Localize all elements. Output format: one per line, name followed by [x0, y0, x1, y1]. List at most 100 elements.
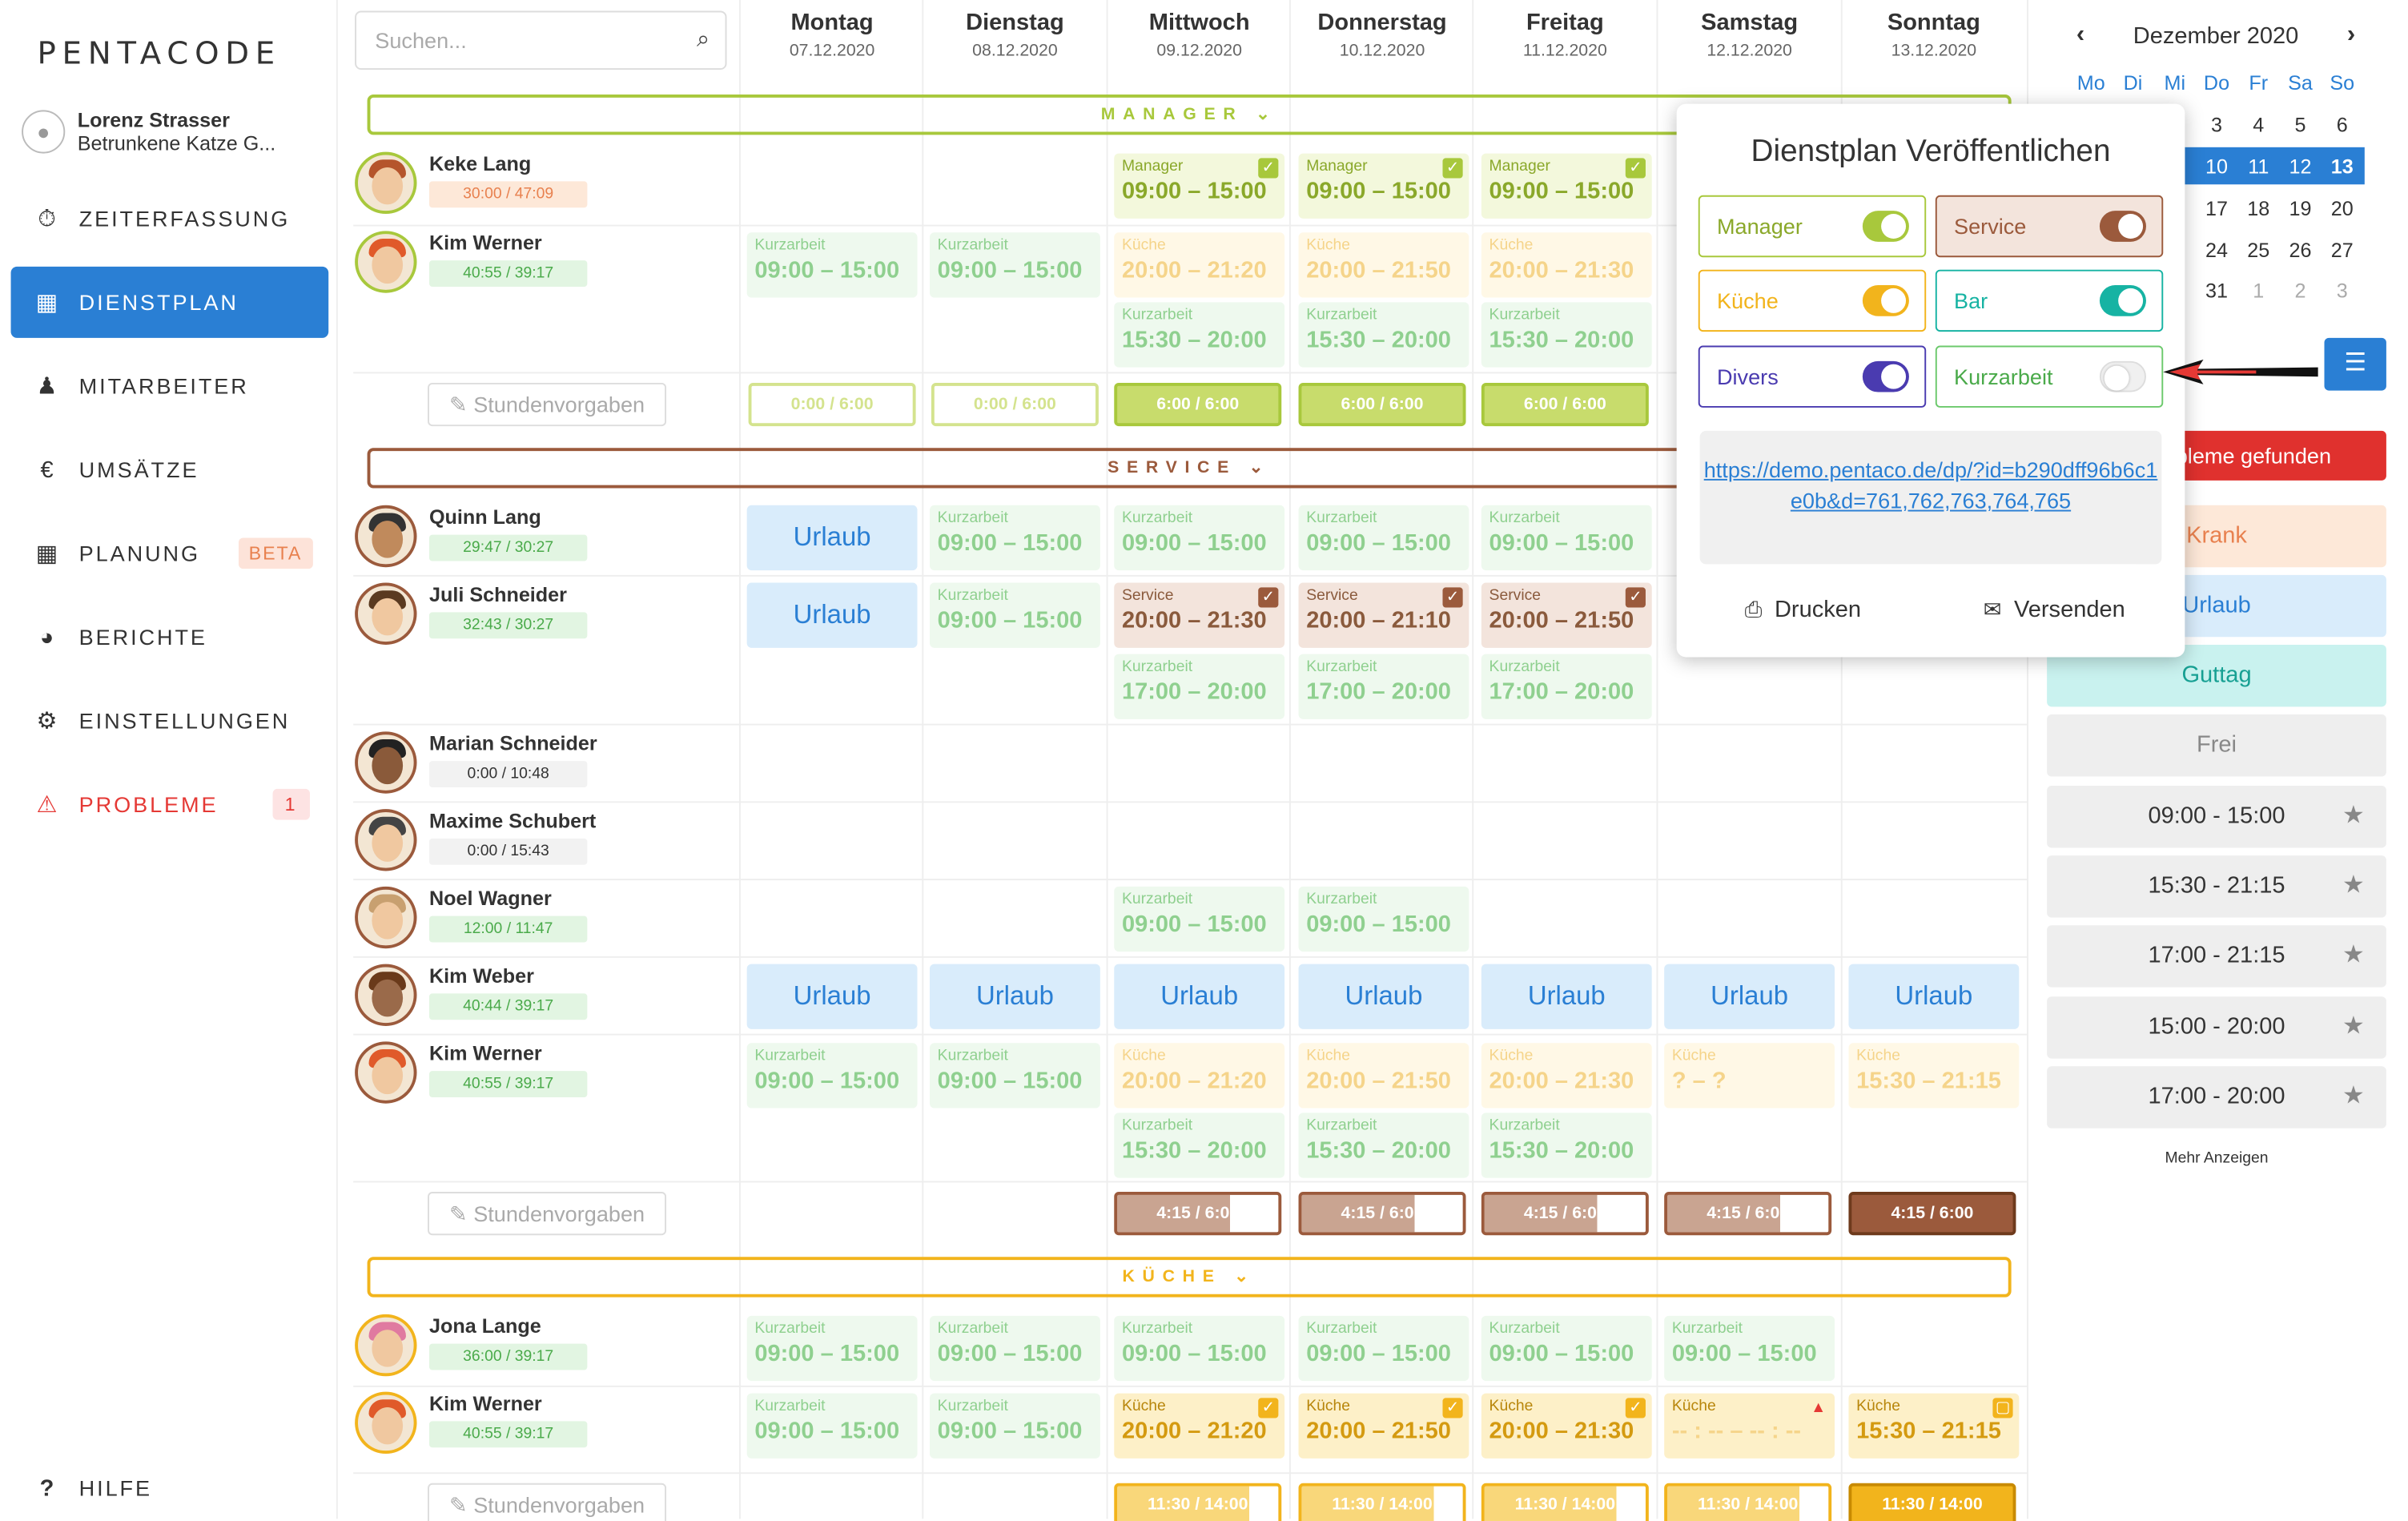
employee-row-marian-schneider[interactable]: Marian Schneider 0:00 / 10:48: [355, 731, 597, 794]
shift-cell[interactable]: Kurzarbeit 15:30 – 20:00: [1481, 1113, 1652, 1178]
shift-cell[interactable]: Kurzarbeit 09:00 – 15:00: [1114, 505, 1285, 571]
shift-preset[interactable]: 15:00 - 20:00 ★: [2047, 996, 2386, 1059]
shift-cell[interactable]: Kurzarbeit 09:00 – 15:00: [930, 582, 1100, 648]
toggle-divers[interactable]: Divers: [1698, 345, 1927, 408]
employee-row-maxime-schubert[interactable]: Maxime Schubert 0:00 / 15:43: [355, 809, 596, 871]
nav-berichte[interactable]: ◕ BERICHTE: [11, 602, 329, 673]
shift-cell[interactable]: Küche 20:00 – 21:30: [1481, 1043, 1652, 1109]
toggle-kueche[interactable]: Küche: [1698, 269, 1927, 332]
urlaub-cell[interactable]: Urlaub: [930, 964, 1100, 1029]
shift-cell[interactable]: Kurzarbeit 09:00 – 15:00: [930, 232, 1100, 298]
shift-cell[interactable]: Manager 09:00 – 15:00 ✓: [1114, 153, 1285, 219]
shift-cell[interactable]: Kurzarbeit 17:00 – 20:00: [1481, 654, 1652, 719]
section-kueche[interactable]: KÜCHE ⌄: [367, 1257, 2012, 1298]
urlaub-cell[interactable]: Urlaub: [746, 505, 918, 571]
urlaub-cell[interactable]: Urlaub: [1664, 964, 1835, 1029]
shift-cell[interactable]: Kurzarbeit 09:00 – 15:00: [930, 505, 1100, 571]
shift-cell[interactable]: Küche 20:00 – 21:50: [1298, 232, 1469, 298]
employee-row-jona-lange[interactable]: Jona Lange 36:00 / 39:17: [355, 1314, 588, 1377]
shift-cell[interactable]: Kurzarbeit 15:30 – 20:00: [1298, 302, 1469, 368]
shift-cell[interactable]: Kurzarbeit 15:30 – 20:00: [1481, 302, 1652, 368]
shift-cell[interactable]: Service 20:00 – 21:10 ✓: [1298, 582, 1469, 648]
shift-preset[interactable]: 17:00 - 21:15 ★: [2047, 925, 2386, 988]
shift-cell[interactable]: Service 20:00 – 21:30 ✓: [1114, 582, 1285, 648]
toggle-manager[interactable]: Manager: [1698, 195, 1927, 258]
shift-cell[interactable]: Kurzarbeit 09:00 – 15:00: [1114, 886, 1285, 952]
shift-cell[interactable]: Manager 09:00 – 15:00 ✓: [1481, 153, 1652, 219]
star-icon[interactable]: ★: [2342, 1066, 2365, 1128]
shift-cell[interactable]: Kurzarbeit 09:00 – 15:00: [1298, 886, 1469, 952]
chevron-left-icon[interactable]: ‹: [2076, 22, 2084, 50]
employee-row-quinn-lang[interactable]: Quinn Lang 29:47 / 30:27: [355, 505, 588, 568]
chevron-right-icon[interactable]: ›: [2347, 22, 2355, 50]
shift-cell[interactable]: Kurzarbeit 09:00 – 15:00: [1664, 1315, 1835, 1382]
shift-cell[interactable]: Küche 20:00 – 21:50 ✓: [1298, 1393, 1469, 1459]
shift-cell[interactable]: Kurzarbeit 09:00 – 15:00: [930, 1393, 1100, 1459]
nav-einstellungen[interactable]: ⚙ EINSTELLUNGEN: [11, 685, 329, 756]
shift-cell[interactable]: Kurzarbeit 17:00 – 20:00: [1114, 654, 1285, 719]
shift-cell[interactable]: Kurzarbeit 09:00 – 15:00: [746, 1315, 918, 1382]
nav-umsaetze[interactable]: € UMSÄTZE: [11, 434, 329, 505]
star-icon[interactable]: ★: [2342, 996, 2365, 1058]
shift-cell[interactable]: Küche -- : -- – -- : -- ▲: [1664, 1393, 1835, 1459]
shift-cell[interactable]: Küche 20:00 – 21:30 ✓: [1481, 1393, 1652, 1459]
shift-cell[interactable]: Kurzarbeit 09:00 – 15:00: [1298, 1315, 1469, 1382]
shift-cell[interactable]: Küche? – ?: [1664, 1043, 1835, 1109]
shift-cell[interactable]: Küche 20:00 – 21:20 ✓: [1114, 1393, 1285, 1459]
user-profile[interactable]: ● Lorenz Strasser Betrunkene Katze G...: [22, 108, 275, 155]
employee-row-kim-werner[interactable]: Kim Werner 40:55 / 39:17: [355, 231, 588, 293]
employee-row-kim-weber[interactable]: Kim Weber 40:44 / 39:17: [355, 964, 588, 1026]
shift-cell[interactable]: Kurzarbeit 09:00 – 15:00: [746, 1393, 918, 1459]
more-link[interactable]: Mehr Anzeigen: [2047, 1150, 2386, 1167]
search-icon[interactable]: ⌕: [697, 26, 710, 53]
urlaub-cell[interactable]: Urlaub: [1298, 964, 1469, 1029]
shift-cell[interactable]: Kurzarbeit 09:00 – 15:00: [1114, 1315, 1285, 1382]
search-input[interactable]: Suchen... ⌕: [355, 10, 727, 70]
shift-cell[interactable]: Küche 20:00 – 21:50: [1298, 1043, 1469, 1109]
toggle-bar[interactable]: Bar: [1935, 269, 2164, 332]
shift-cell[interactable]: Kurzarbeit 09:00 – 15:00: [746, 1043, 918, 1109]
toggle-kurzarbeit[interactable]: Kurzarbeit: [1935, 345, 2164, 408]
shift-cell[interactable]: Küche 20:00 – 21:30: [1481, 232, 1652, 298]
print-button[interactable]: ⎙ Drucken: [1745, 597, 1861, 623]
star-icon[interactable]: ★: [2342, 855, 2365, 917]
shift-preset[interactable]: 15:30 - 21:15 ★: [2047, 855, 2386, 918]
publish-button[interactable]: ☰: [2324, 337, 2386, 391]
employee-row-keke-lang[interactable]: Keke Lang 30:00 / 47:09: [355, 151, 588, 215]
nav-zeiterfassung[interactable]: ⏱ ZEITERFASSUNG: [11, 183, 329, 254]
shift-cell[interactable]: Kurzarbeit 09:00 – 15:00: [930, 1315, 1100, 1382]
nav-hilfe[interactable]: ? HILFE: [11, 1452, 329, 1521]
toggle-service[interactable]: Service: [1935, 195, 2164, 258]
star-icon[interactable]: ★: [2342, 925, 2365, 987]
shift-cell[interactable]: Kurzarbeit 09:00 – 15:00: [1298, 505, 1469, 571]
shift-cell[interactable]: Küche 15:30 – 21:15 ▢: [1848, 1393, 2020, 1459]
employee-row-juli-schneider[interactable]: Juli Schneider 32:43 / 30:27: [355, 582, 588, 645]
shift-cell[interactable]: Küche 15:30 – 21:15: [1848, 1043, 2020, 1109]
shift-cell[interactable]: Kurzarbeit 09:00 – 15:00: [930, 1043, 1100, 1109]
shift-cell[interactable]: Manager 09:00 – 15:00 ✓: [1298, 153, 1469, 219]
share-link[interactable]: https://demo.pentaco.de/dp/?id=b290dff96…: [1699, 430, 2162, 565]
shift-cell[interactable]: Küche 20:00 – 21:20: [1114, 1043, 1285, 1109]
stundenvorgaben-button[interactable]: ✎ Stundenvorgaben: [428, 1483, 667, 1521]
shift-preset[interactable]: 09:00 - 15:00 ★: [2047, 786, 2386, 848]
urlaub-cell[interactable]: Urlaub: [1848, 964, 2020, 1029]
frei-preset[interactable]: Frei: [2047, 714, 2386, 777]
employee-row-kim-werner-2[interactable]: Kim Werner 40:55 / 39:17: [355, 1041, 588, 1104]
shift-preset[interactable]: 17:00 - 20:00 ★: [2047, 1066, 2386, 1129]
problems-found-button[interactable]: bleme gefunden: [2153, 430, 2386, 481]
employee-row-kim-werner-3[interactable]: Kim Werner 40:55 / 39:17: [355, 1391, 588, 1455]
nav-mitarbeiter[interactable]: ♟ MITARBEITER: [11, 350, 329, 421]
shift-cell[interactable]: Kurzarbeit 09:00 – 15:00: [746, 232, 918, 298]
shift-cell[interactable]: Kurzarbeit 17:00 – 20:00: [1298, 654, 1469, 719]
employee-row-noel-wagner[interactable]: Noel Wagner 12:00 / 11:47: [355, 886, 588, 949]
stundenvorgaben-button[interactable]: ✎ Stundenvorgaben: [428, 382, 667, 427]
shift-cell[interactable]: Service 20:00 – 21:50 ✓: [1481, 582, 1652, 648]
shift-cell[interactable]: Küche 20:00 – 21:20: [1114, 232, 1285, 298]
nav-planung[interactable]: ▦ PLANUNG BETA: [11, 517, 329, 589]
stundenvorgaben-button[interactable]: ✎ Stundenvorgaben: [428, 1192, 667, 1236]
urlaub-cell[interactable]: Urlaub: [746, 964, 918, 1029]
shift-cell[interactable]: Kurzarbeit 09:00 – 15:00: [1481, 505, 1652, 571]
shift-cell[interactable]: Kurzarbeit 15:30 – 20:00: [1114, 302, 1285, 368]
urlaub-cell[interactable]: Urlaub: [1114, 964, 1285, 1029]
star-icon[interactable]: ★: [2342, 786, 2365, 847]
